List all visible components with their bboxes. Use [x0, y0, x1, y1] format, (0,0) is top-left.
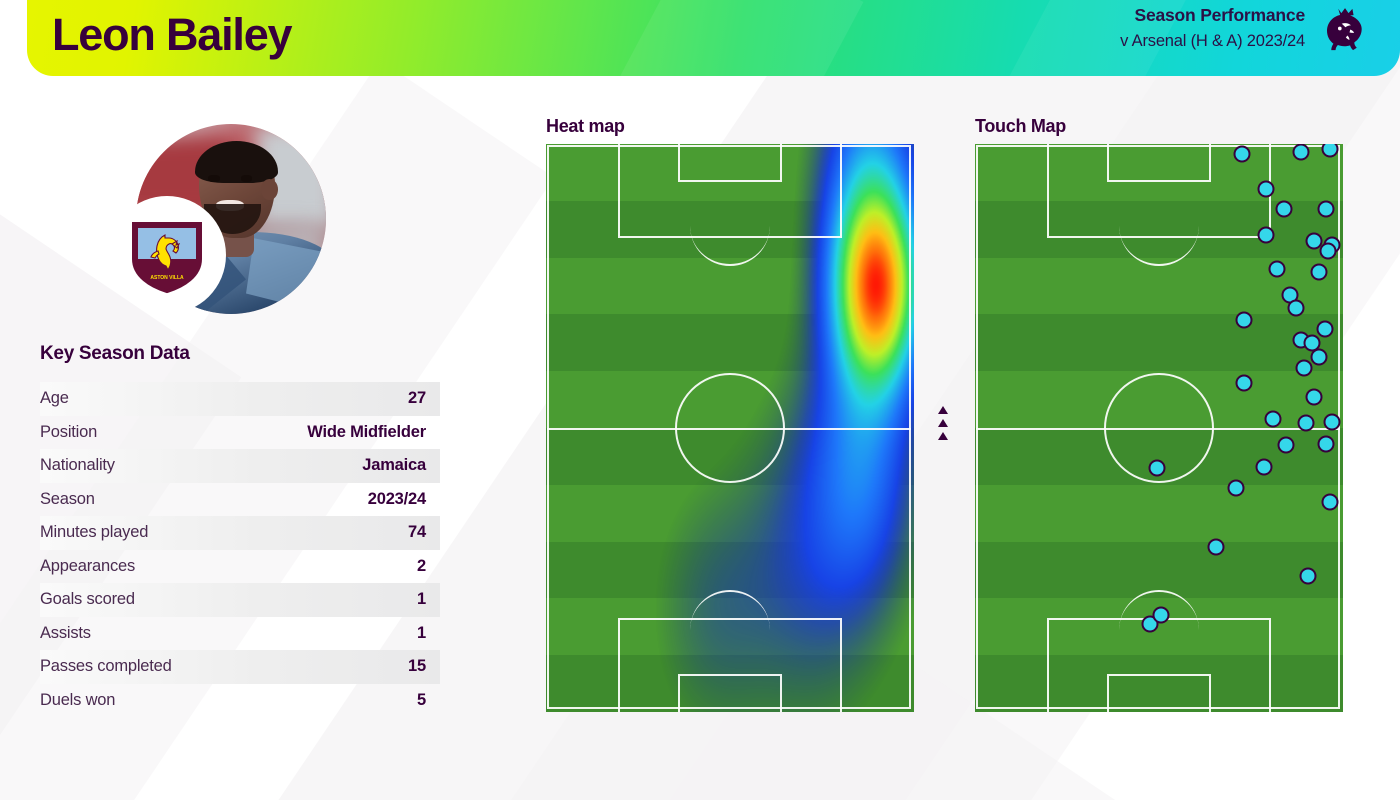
touch-dot	[1292, 144, 1310, 161]
stat-value: Jamaica	[362, 456, 426, 475]
table-row: Nationality Jamaica	[40, 449, 440, 483]
premier-league-lion-icon	[1327, 8, 1362, 51]
touch-dot	[1319, 242, 1337, 260]
touch-dot	[1287, 299, 1305, 317]
stat-label: Goals scored	[40, 590, 135, 609]
touch-dot	[1235, 374, 1253, 392]
touch-dot	[1268, 260, 1286, 278]
table-row: Assists 1	[40, 617, 440, 651]
pitch-markings	[975, 144, 1343, 712]
stat-label: Minutes played	[40, 523, 149, 542]
season-performance-label: Season Performance	[1134, 5, 1305, 25]
key-season-data-table: Age 27 Position Wide Midfielder Nationality J…	[40, 382, 440, 717]
goal-area	[678, 144, 782, 182]
infographic-root: Leon Bailey Season Performance v Arsenal…	[0, 0, 1400, 800]
stat-label: Appearances	[40, 556, 136, 575]
touch-dot	[1310, 348, 1328, 366]
goal-area	[678, 674, 782, 712]
stat-label: Duels won	[40, 690, 116, 709]
header-sheen	[610, 0, 864, 76]
table-row: Age 27	[40, 382, 440, 416]
table-row: Season 2023/24	[40, 483, 440, 517]
stat-value: Wide Midfielder	[307, 422, 426, 441]
season-info: Season Performance v Arsenal (H & A) 202…	[1120, 5, 1305, 51]
touch-dot	[1277, 436, 1295, 454]
heat-map-pitch	[546, 144, 914, 712]
touch-dot	[1275, 200, 1293, 218]
header-banner: Leon Bailey Season Performance v Arsenal…	[27, 0, 1400, 76]
stat-value: 1	[417, 623, 426, 642]
goal-area	[1107, 144, 1211, 182]
touch-dot	[1295, 359, 1313, 377]
touch-dot	[1323, 413, 1341, 431]
stat-value: 1	[417, 590, 426, 609]
touch-dot	[1299, 567, 1317, 585]
stat-value: 5	[417, 690, 426, 709]
stat-value: 74	[408, 523, 426, 542]
touch-dot	[1310, 263, 1328, 281]
table-row: Position Wide Midfielder	[40, 416, 440, 450]
touch-dot	[1317, 435, 1335, 453]
centre-circle	[675, 373, 785, 483]
key-season-data-title: Key Season Data	[40, 343, 190, 364]
touch-dot	[1152, 606, 1170, 624]
table-row: Duels won 5	[40, 684, 440, 718]
heat-map-title: Heat map	[546, 116, 625, 136]
stat-label: Season	[40, 489, 95, 508]
touch-dot	[1227, 479, 1245, 497]
page-title: Leon Bailey	[52, 9, 293, 60]
stat-value: 27	[408, 389, 426, 408]
table-row: Passes completed 15	[40, 650, 440, 684]
touch-dot	[1264, 410, 1282, 428]
stat-label: Passes completed	[40, 657, 172, 676]
svg-text:ASTON VILLA: ASTON VILLA	[150, 275, 184, 281]
touch-dot	[1297, 414, 1315, 432]
player-photo-block: ASTON VILLA	[108, 124, 344, 314]
table-row: Goals scored 1	[40, 583, 440, 617]
pitch-markings	[546, 144, 914, 712]
goal-area	[1107, 674, 1211, 712]
touch-dot	[1207, 538, 1225, 556]
stat-label: Age	[40, 389, 69, 408]
touch-map-pitch	[975, 144, 1343, 712]
touch-dot	[1321, 493, 1339, 511]
touch-dot	[1257, 180, 1275, 198]
touch-dot	[1316, 320, 1334, 338]
touch-dot	[1235, 311, 1253, 329]
touch-dot	[1305, 388, 1323, 406]
aston-villa-badge-icon: ASTON VILLA	[132, 222, 202, 294]
stat-value: 2023/24	[367, 489, 426, 508]
table-row: Appearances 2	[40, 550, 440, 584]
stat-label: Assists	[40, 623, 91, 642]
play-direction-arrows-icon	[938, 406, 958, 448]
stat-value: 15	[408, 657, 426, 676]
touch-dot	[1148, 459, 1166, 477]
fixture-label: v Arsenal (H & A) 2023/24	[1120, 32, 1305, 50]
touch-dot	[1317, 200, 1335, 218]
touch-dot	[1233, 145, 1251, 163]
stat-label: Position	[40, 422, 98, 441]
table-row: Minutes played 74	[40, 516, 440, 550]
stat-label: Nationality	[40, 456, 115, 475]
touch-map-title: Touch Map	[975, 116, 1066, 136]
stat-value: 2	[417, 556, 426, 575]
touch-dot	[1257, 226, 1275, 244]
touch-dot	[1255, 458, 1273, 476]
